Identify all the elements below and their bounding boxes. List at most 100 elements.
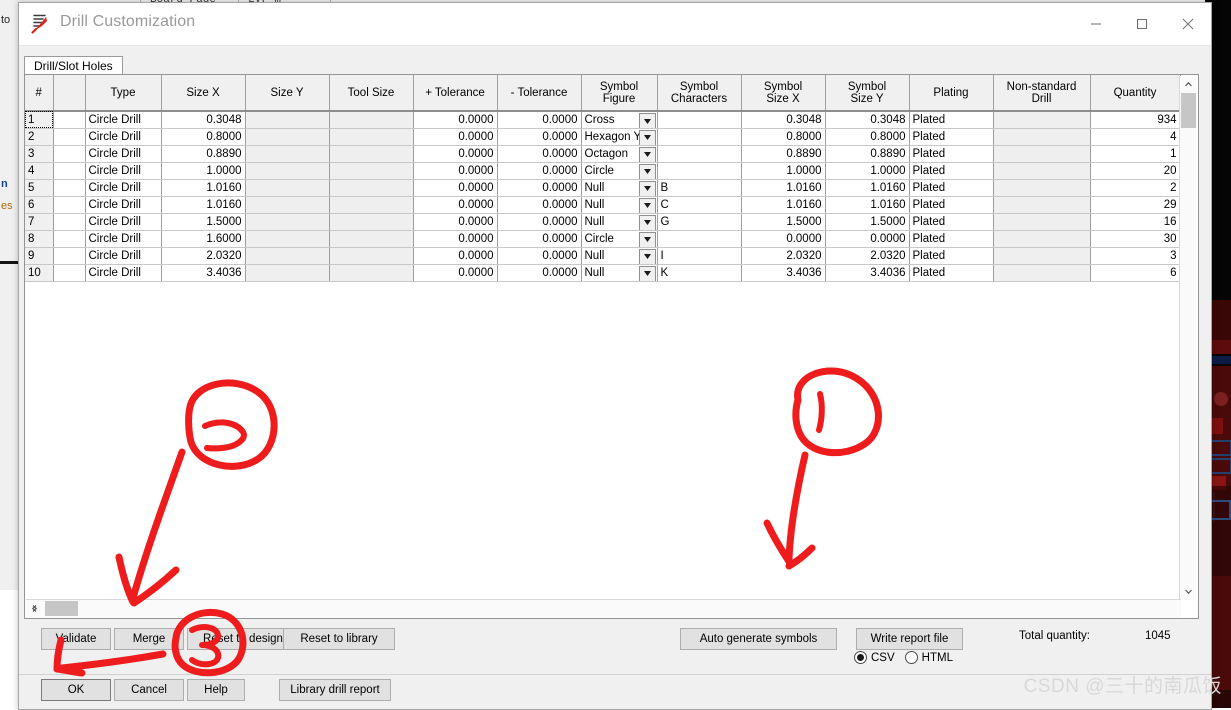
cell-size-x[interactable]: 1.0000 [161,162,246,180]
cell-size-x[interactable]: 1.5000 [161,213,246,231]
cell-plus-tolerance[interactable]: 0.0000 [413,145,498,163]
horizontal-scroll-thumb[interactable] [45,601,78,616]
scroll-down-icon[interactable] [1180,583,1197,600]
cell-minus-tolerance[interactable]: 0.0000 [497,247,582,265]
cell-plus-tolerance[interactable]: 0.0000 [413,111,498,129]
cell-size-y[interactable] [245,162,330,180]
cell-symbol-size-y[interactable]: 1.0160 [825,179,910,197]
cell-tool-size[interactable] [329,128,414,146]
cell-size-x[interactable]: 2.0320 [161,247,246,265]
cell-plating[interactable]: Plated [909,145,994,163]
table-row[interactable]: 6 Circle Drill 1.0160 0.0000 0.0000 Null C 1.01… [25,196,1181,214]
cell-minus-tolerance[interactable]: 0.0000 [497,128,582,146]
cell-size-y[interactable] [245,213,330,231]
maximize-icon[interactable] [1119,3,1165,45]
table-row[interactable]: 1 Circle Drill 0.3048 0.0000 0.0000 Cross 0.30… [25,111,1181,129]
cell-minus-tolerance[interactable]: 0.0000 [497,179,582,197]
cell-symbol-figure[interactable]: Null [581,264,658,282]
cell-index[interactable]: 2 [25,128,54,146]
col-blank[interactable] [53,75,86,112]
cell-blank[interactable] [53,111,86,129]
table-row[interactable]: 10 Circle Drill 3.4036 0.0000 0.0000 Null K 3.4… [25,264,1181,282]
cell-tool-size[interactable] [329,145,414,163]
cell-symbol-size-x[interactable]: 2.0320 [741,247,826,265]
vertical-scrollbar[interactable] [1179,76,1197,600]
cell-symbol-figure[interactable]: Null [581,196,658,214]
cell-symbol-size-x[interactable]: 1.0000 [741,162,826,180]
cell-symbol-size-y[interactable]: 3.4036 [825,264,910,282]
cell-plating[interactable]: Plated [909,128,994,146]
cell-type[interactable]: Circle Drill [85,264,162,282]
cell-symbol-characters[interactable] [657,162,742,180]
cell-quantity[interactable]: 6 [1090,264,1181,282]
cell-size-y[interactable] [245,128,330,146]
cell-plus-tolerance[interactable]: 0.0000 [413,162,498,180]
cell-plus-tolerance[interactable]: 0.0000 [413,196,498,214]
cell-plating[interactable]: Plated [909,111,994,129]
cell-symbol-characters[interactable]: B [657,179,742,197]
cell-size-x[interactable]: 0.3048 [161,111,246,129]
chevron-down-icon[interactable] [638,231,656,246]
cancel-button[interactable]: Cancel [114,679,184,701]
cell-non-standard-drill[interactable] [993,111,1091,129]
cell-symbol-size-y[interactable]: 0.8000 [825,128,910,146]
cell-index[interactable]: 9 [25,247,54,265]
cell-symbol-figure[interactable]: Cross [581,111,658,129]
cell-index[interactable]: 4 [25,162,54,180]
cell-plus-tolerance[interactable]: 0.0000 [413,179,498,197]
cell-quantity[interactable]: 20 [1090,162,1181,180]
cell-symbol-figure[interactable]: Null [581,179,658,197]
cell-symbol-characters[interactable] [657,230,742,248]
horizontal-scrollbar[interactable] [26,599,1181,617]
cell-type[interactable]: Circle Drill [85,145,162,163]
cell-index[interactable]: 8 [25,230,54,248]
cell-minus-tolerance[interactable]: 0.0000 [497,230,582,248]
cell-blank[interactable] [53,145,86,163]
cell-type[interactable]: Circle Drill [85,196,162,214]
cell-symbol-characters[interactable]: C [657,196,742,214]
cell-plating[interactable]: Plated [909,162,994,180]
cell-type[interactable]: Circle Drill [85,213,162,231]
cell-tool-size[interactable] [329,230,414,248]
cell-index[interactable]: 5 [25,179,54,197]
cell-quantity[interactable]: 30 [1090,230,1181,248]
cell-size-y[interactable] [245,230,330,248]
cell-symbol-characters[interactable]: K [657,264,742,282]
auto-generate-symbols-button[interactable]: Auto generate symbols [680,628,837,650]
cell-non-standard-drill[interactable] [993,145,1091,163]
reset-to-library-button[interactable]: Reset to library [283,628,395,650]
col-symbol-size-x[interactable]: Symbol Size X [741,75,826,112]
cell-symbol-figure[interactable]: Circle [581,162,658,180]
cell-blank[interactable] [53,196,86,214]
cell-tool-size[interactable] [329,162,414,180]
cell-type[interactable]: Circle Drill [85,247,162,265]
col-non-standard-drill[interactable]: Non-standard Drill [993,75,1091,112]
cell-blank[interactable] [53,264,86,282]
cell-size-y[interactable] [245,111,330,129]
cell-symbol-characters[interactable] [657,111,742,129]
cell-non-standard-drill[interactable] [993,230,1091,248]
cell-plating[interactable]: Plated [909,196,994,214]
cell-size-x[interactable]: 0.8890 [161,145,246,163]
cell-blank[interactable] [53,213,86,231]
cell-symbol-size-y[interactable]: 0.0000 [825,230,910,248]
cell-minus-tolerance[interactable]: 0.0000 [497,213,582,231]
cell-symbol-size-y[interactable]: 2.0320 [825,247,910,265]
col-plus-tolerance[interactable]: + Tolerance [413,75,498,112]
col-symbol-figure[interactable]: Symbol Figure [581,75,658,112]
cell-tool-size[interactable] [329,264,414,282]
cell-size-y[interactable] [245,264,330,282]
chevron-down-icon[interactable] [638,197,656,212]
cell-symbol-figure[interactable]: Hexagon Y [581,128,658,146]
cell-symbol-size-y[interactable]: 1.0000 [825,162,910,180]
chevron-down-icon[interactable] [638,163,656,178]
report-format-radio-group[interactable]: CSV HTML [854,651,953,664]
col-type[interactable]: Type [85,75,162,112]
cell-quantity[interactable]: 1 [1090,145,1181,163]
col-symbol-size-y[interactable]: Symbol Size Y [825,75,910,112]
chevron-down-icon[interactable] [638,265,656,280]
cell-size-y[interactable] [245,179,330,197]
cell-symbol-characters[interactable]: I [657,247,742,265]
cell-tool-size[interactable] [329,213,414,231]
cell-symbol-size-y[interactable]: 1.0160 [825,196,910,214]
